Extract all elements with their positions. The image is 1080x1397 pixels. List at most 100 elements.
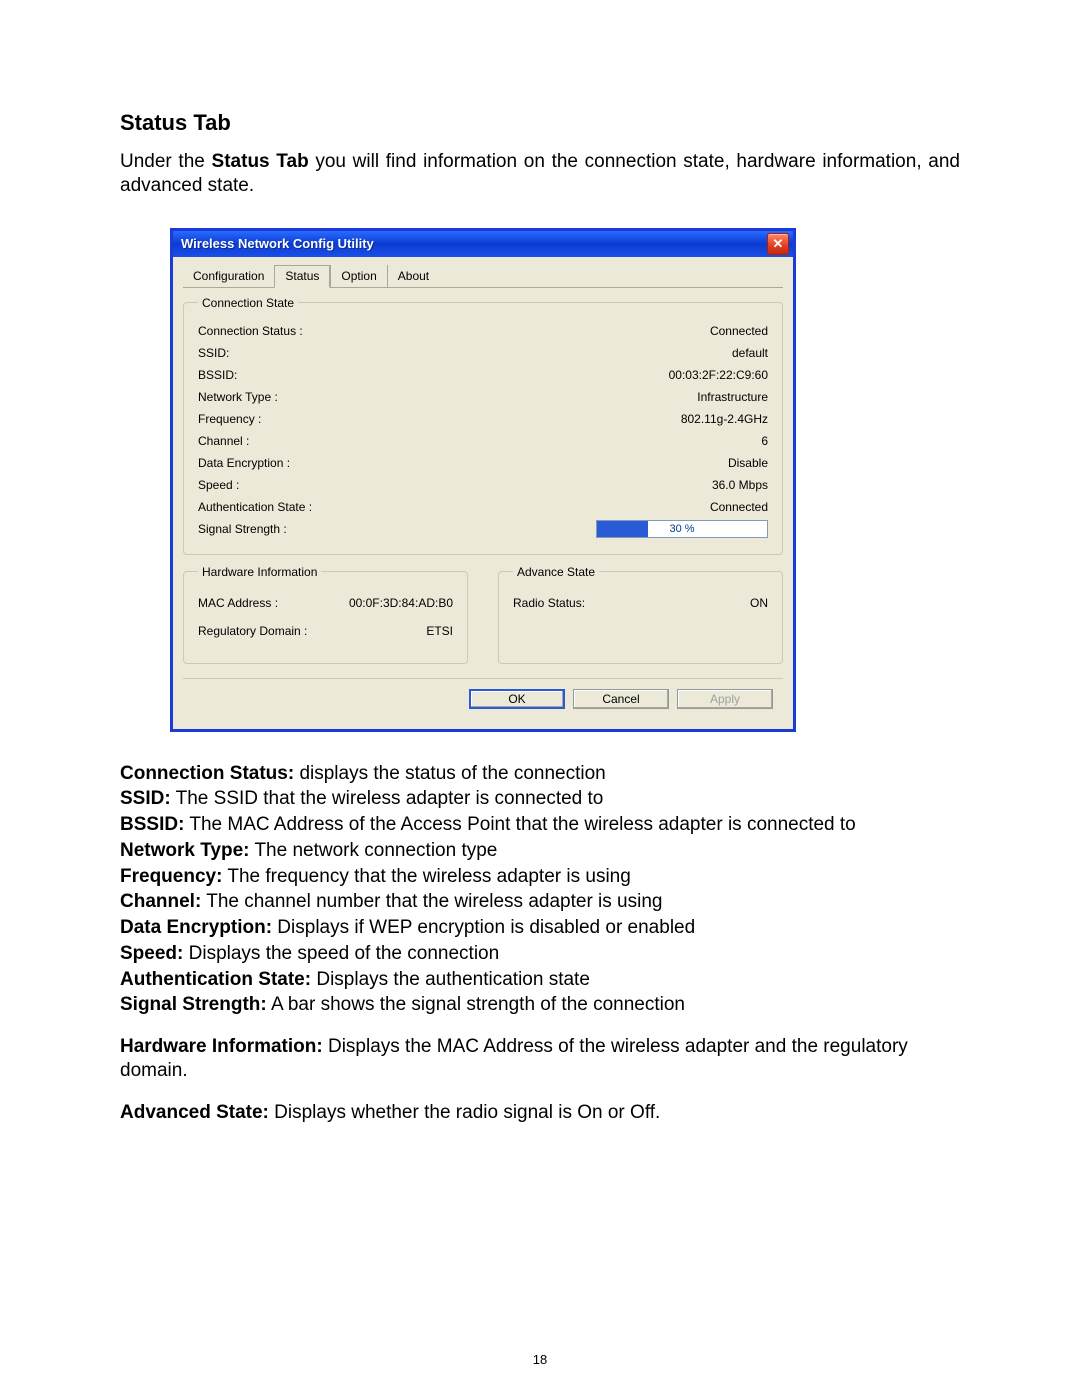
value-mac: 00:0F:3D:84:AD:B0 xyxy=(349,589,453,617)
tab-configuration[interactable]: Configuration xyxy=(183,265,274,287)
desc-ssid: The SSID that the wireless adapter is co… xyxy=(171,788,604,809)
desc-speed: Displays the speed of the connection xyxy=(183,943,499,964)
row-network-type: Network Type : Infrastructure xyxy=(198,386,768,408)
close-icon: ✕ xyxy=(773,236,784,252)
desc-network-type: The network connection type xyxy=(250,840,498,861)
def-connection-status: Connection Status: displays the status o… xyxy=(120,762,960,786)
label-network-type: Network Type : xyxy=(198,386,278,408)
connection-state-group: Connection State Connection Status : Con… xyxy=(183,296,783,555)
def-channel: Channel: The channel number that the wir… xyxy=(120,890,960,914)
desc-channel: The channel number that the wireless ada… xyxy=(201,891,662,912)
advance-state-group: Advance State Radio Status: ON xyxy=(498,565,783,664)
intro-text-before: Under the xyxy=(120,151,212,172)
label-auth-state: Authentication State : xyxy=(198,496,312,518)
def-ssid: SSID: The SSID that the wireless adapter… xyxy=(120,787,960,811)
value-connection-status: Connected xyxy=(710,320,768,342)
value-data-encryption: Disable xyxy=(728,452,768,474)
term-speed: Speed: xyxy=(120,943,183,964)
label-frequency: Frequency : xyxy=(198,408,261,430)
tab-status[interactable]: Status xyxy=(274,265,330,288)
connection-state-legend: Connection State xyxy=(198,296,298,310)
page-number: 18 xyxy=(0,1352,1080,1367)
term-connection-status: Connection Status: xyxy=(120,763,294,784)
hardware-info-group: Hardware Information MAC Address : 00:0F… xyxy=(183,565,468,664)
term-advanced-state: Advanced State: xyxy=(120,1102,269,1123)
value-bssid: 00:03:2F:22:C9:60 xyxy=(669,364,768,386)
def-signal-strength: Signal Strength: A bar shows the signal … xyxy=(120,993,960,1017)
label-signal-strength: Signal Strength : xyxy=(198,518,287,540)
value-network-type: Infrastructure xyxy=(697,386,768,408)
value-auth-state: Connected xyxy=(710,496,768,518)
label-channel: Channel : xyxy=(198,430,249,452)
value-radio-status: ON xyxy=(750,589,768,617)
def-hardware-info: Hardware Information: Displays the MAC A… xyxy=(120,1035,960,1083)
value-frequency: 802.11g-2.4GHz xyxy=(681,408,768,430)
dialog-window: Wireless Network Config Utility ✕ Config… xyxy=(170,228,796,732)
def-advanced-state: Advanced State: Displays whether the rad… xyxy=(120,1101,960,1125)
term-hardware-info: Hardware Information: xyxy=(120,1036,323,1057)
desc-signal-strength: A bar shows the signal strength of the c… xyxy=(267,994,685,1015)
dialog-button-row: OK Cancel Apply xyxy=(183,678,783,719)
desc-bssid: The MAC Address of the Access Point that… xyxy=(184,814,855,835)
row-ssid: SSID: default xyxy=(198,342,768,364)
row-signal-strength: Signal Strength : 30 % xyxy=(198,518,768,540)
label-speed: Speed : xyxy=(198,474,239,496)
row-reg-domain: Regulatory Domain : ETSI xyxy=(198,617,453,645)
intro-paragraph: Under the Status Tab you will find infor… xyxy=(120,150,960,198)
definitions-block: Connection Status: displays the status o… xyxy=(120,762,960,1125)
advance-state-legend: Advance State xyxy=(513,565,599,579)
def-data-encryption: Data Encryption: Displays if WEP encrypt… xyxy=(120,916,960,940)
def-frequency: Frequency: The frequency that the wirele… xyxy=(120,865,960,889)
term-frequency: Frequency: xyxy=(120,866,222,887)
label-bssid: BSSID: xyxy=(198,364,237,386)
tab-strip: Configuration Status Option About xyxy=(183,265,783,288)
desc-connection-status: displays the status of the connection xyxy=(294,763,606,784)
window-title: Wireless Network Config Utility xyxy=(181,236,374,251)
row-mac: MAC Address : 00:0F:3D:84:AD:B0 xyxy=(198,589,453,617)
cancel-button[interactable]: Cancel xyxy=(573,689,669,709)
label-mac: MAC Address : xyxy=(198,589,278,617)
label-connection-status: Connection Status : xyxy=(198,320,303,342)
close-button[interactable]: ✕ xyxy=(767,233,789,255)
label-radio-status: Radio Status: xyxy=(513,589,585,617)
def-auth-state: Authentication State: Displays the authe… xyxy=(120,968,960,992)
term-channel: Channel: xyxy=(120,891,201,912)
tab-option[interactable]: Option xyxy=(330,265,386,287)
signal-strength-bar: 30 % xyxy=(596,520,768,538)
lower-groups: Hardware Information MAC Address : 00:0F… xyxy=(183,565,783,674)
label-reg-domain: Regulatory Domain : xyxy=(198,617,307,645)
row-channel: Channel : 6 xyxy=(198,430,768,452)
row-radio-status: Radio Status: ON xyxy=(513,589,768,617)
desc-data-encryption: Displays if WEP encryption is disabled o… xyxy=(272,917,695,938)
desc-auth-state: Displays the authentication state xyxy=(311,969,590,990)
ok-button[interactable]: OK xyxy=(469,689,565,709)
label-data-encryption: Data Encryption : xyxy=(198,452,290,474)
term-ssid: SSID: xyxy=(120,788,171,809)
dialog-screenshot: Wireless Network Config Utility ✕ Config… xyxy=(170,228,796,732)
def-bssid: BSSID: The MAC Address of the Access Poi… xyxy=(120,813,960,837)
row-bssid: BSSID: 00:03:2F:22:C9:60 xyxy=(198,364,768,386)
value-ssid: default xyxy=(732,342,768,364)
intro-bold: Status Tab xyxy=(212,151,309,172)
tab-about[interactable]: About xyxy=(387,265,439,287)
document-page: Status Tab Under the Status Tab you will… xyxy=(0,0,1080,1397)
def-speed: Speed: Displays the speed of the connect… xyxy=(120,942,960,966)
page-title: Status Tab xyxy=(120,110,960,136)
term-auth-state: Authentication State: xyxy=(120,969,311,990)
row-speed: Speed : 36.0 Mbps xyxy=(198,474,768,496)
row-auth-state: Authentication State : Connected xyxy=(198,496,768,518)
hardware-info-legend: Hardware Information xyxy=(198,565,321,579)
row-connection-status: Connection Status : Connected xyxy=(198,320,768,342)
apply-button[interactable]: Apply xyxy=(677,689,773,709)
term-bssid: BSSID: xyxy=(120,814,184,835)
term-signal-strength: Signal Strength: xyxy=(120,994,267,1015)
row-data-encryption: Data Encryption : Disable xyxy=(198,452,768,474)
value-speed: 36.0 Mbps xyxy=(712,474,768,496)
row-frequency: Frequency : 802.11g-2.4GHz xyxy=(198,408,768,430)
term-network-type: Network Type: xyxy=(120,840,250,861)
desc-frequency: The frequency that the wireless adapter … xyxy=(222,866,630,887)
value-channel: 6 xyxy=(761,430,768,452)
titlebar: Wireless Network Config Utility ✕ xyxy=(173,231,793,257)
desc-advanced-state: Displays whether the radio signal is On … xyxy=(269,1102,660,1123)
def-network-type: Network Type: The network connection typ… xyxy=(120,839,960,863)
